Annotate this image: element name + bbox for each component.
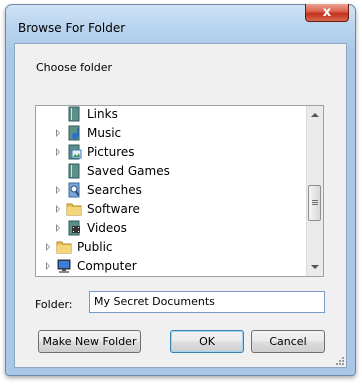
folder-label: Folder:	[35, 298, 73, 311]
grip-line	[312, 200, 318, 201]
tree-item-label: Searches	[87, 183, 142, 197]
tree-item-label: Software	[87, 202, 140, 216]
cancel-button[interactable]: Cancel	[251, 330, 325, 353]
tree-item-label: Public	[77, 240, 113, 254]
videos-folder-icon	[68, 220, 80, 236]
pictures-folder-icon	[68, 144, 82, 160]
scroll-thumb[interactable]	[308, 185, 321, 221]
expand-arrow-icon[interactable]	[46, 243, 50, 251]
expand-arrow-icon[interactable]	[46, 262, 50, 270]
grip-line	[312, 202, 318, 203]
expand-arrow-icon[interactable]	[56, 224, 60, 232]
close-button[interactable]: x	[305, 4, 349, 22]
saved-games-folder-icon	[68, 163, 80, 179]
tree-item-label: Links	[87, 107, 118, 121]
links-folder-icon	[68, 106, 80, 122]
tree-item-label: Computer	[77, 259, 137, 273]
folder-tree[interactable]: Links Music Pictures Saved Games Searche…	[35, 105, 324, 277]
folder-name-input[interactable]: My Secret Documents	[89, 291, 325, 313]
tree-item-label: Music	[87, 126, 122, 140]
grip-line	[312, 204, 318, 205]
tree-item-label: Pictures	[87, 145, 135, 159]
tree-item-label: Videos	[87, 221, 127, 235]
ok-button[interactable]: OK	[170, 330, 244, 353]
tree-scrollbar[interactable]	[306, 106, 323, 276]
searches-folder-icon	[68, 182, 80, 198]
public-folder-icon	[56, 241, 72, 254]
expand-arrow-icon[interactable]	[56, 205, 60, 213]
tree-item-label: Saved Games	[87, 164, 170, 178]
browse-for-folder-dialog: Browse For Folder x Choose folder Links	[5, 4, 356, 376]
expand-arrow-icon[interactable]	[56, 129, 60, 137]
resize-grip-icon[interactable]	[334, 355, 344, 365]
computer-icon	[57, 259, 71, 273]
dialog-prompt: Choose folder	[36, 61, 113, 74]
make-new-folder-button[interactable]: Make New Folder	[38, 330, 141, 353]
folder-icon	[66, 203, 82, 216]
music-folder-icon	[68, 125, 80, 141]
scroll-down-arrow-icon[interactable]	[311, 265, 319, 269]
expand-arrow-icon[interactable]	[56, 148, 60, 156]
expand-arrow-icon[interactable]	[56, 186, 60, 194]
close-icon: x	[322, 5, 332, 20]
window-title: Browse For Folder	[18, 21, 126, 35]
scroll-up-arrow-icon[interactable]	[311, 113, 319, 117]
dialog-body: Choose folder Links Music Pictures Saved…	[14, 43, 347, 368]
